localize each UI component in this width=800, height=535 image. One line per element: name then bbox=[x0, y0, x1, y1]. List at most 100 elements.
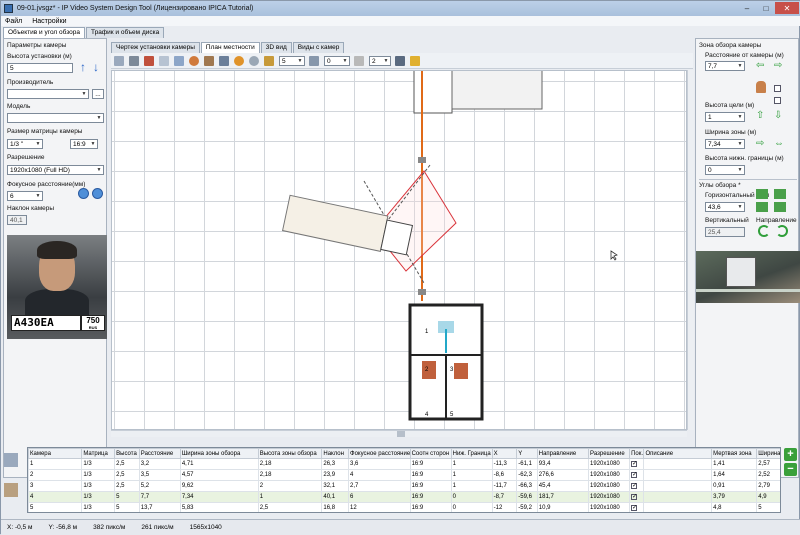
remove-camera-button[interactable]: − bbox=[784, 463, 797, 476]
hangle-select[interactable]: 43,6 ▼ bbox=[705, 202, 745, 212]
vertical-scrollbar[interactable] bbox=[687, 70, 694, 430]
column-header[interactable]: Камера bbox=[28, 448, 83, 459]
matrix-select[interactable]: 1/3 " ▼ bbox=[7, 139, 43, 149]
tab-site-plan[interactable]: План местности bbox=[200, 42, 260, 53]
line-width-select[interactable]: 5 ▼ bbox=[279, 55, 305, 66]
horizontal-scrollbar[interactable] bbox=[111, 430, 687, 437]
arrow-left-icon[interactable]: ⇦ bbox=[756, 61, 768, 71]
floor-select[interactable]: 2 ▼ bbox=[369, 55, 391, 66]
table-cell: 4 bbox=[348, 469, 411, 481]
minimize-button[interactable]: – bbox=[737, 2, 757, 14]
tab-lens[interactable]: Объектив и угол обзора bbox=[3, 27, 85, 38]
tab-3d-view[interactable]: 3D вид bbox=[260, 42, 292, 53]
column-header[interactable]: Матрица bbox=[81, 448, 116, 459]
tab-traffic[interactable]: Трафик и объем диска bbox=[85, 27, 165, 38]
rotate-right-icon[interactable] bbox=[776, 225, 788, 237]
zoom-out-icon[interactable] bbox=[92, 188, 103, 199]
checkbox[interactable] bbox=[774, 97, 781, 104]
zone-width-select[interactable]: 7,34 ▼ bbox=[705, 139, 745, 149]
column-header[interactable]: Ширина зоны обзора bbox=[179, 448, 259, 459]
table-cell: -8,6 bbox=[491, 469, 518, 481]
expand-angle-icon[interactable] bbox=[756, 189, 768, 199]
rotate-left-icon[interactable] bbox=[758, 225, 770, 237]
column-header[interactable]: Соотн сторон bbox=[409, 448, 452, 459]
arrow-up-icon[interactable]: ⇧ bbox=[756, 111, 768, 121]
column-header[interactable]: Расстояние bbox=[138, 448, 181, 459]
column-header[interactable]: Наклон bbox=[321, 448, 350, 459]
target-height-select[interactable]: 1 ▼ bbox=[705, 112, 745, 122]
maximize-button[interactable]: □ bbox=[757, 2, 775, 14]
wall-tool-icon[interactable] bbox=[144, 55, 154, 66]
camera-marker[interactable] bbox=[418, 157, 426, 163]
tab-install-drawing[interactable]: Чертеж установки камеры bbox=[111, 42, 200, 53]
column-header[interactable]: Ширина bbox=[756, 448, 780, 459]
zoom-in-icon[interactable] bbox=[78, 188, 89, 199]
shrink-angle-icon[interactable] bbox=[774, 189, 786, 199]
window-tool-icon[interactable] bbox=[174, 55, 184, 66]
resolution-select[interactable]: 1920x1080 (Full HD) ▼ bbox=[7, 165, 104, 175]
camera-list-icon[interactable] bbox=[4, 453, 18, 467]
grid-tool-icon[interactable] bbox=[159, 55, 169, 66]
checkbox[interactable] bbox=[774, 85, 781, 92]
column-header[interactable]: Высота ... bbox=[114, 448, 140, 459]
table-cell: 3,2 bbox=[138, 458, 181, 470]
arrow-down-icon[interactable]: ⇩ bbox=[774, 111, 786, 121]
table-row[interactable]: 1 1/3 2,5 3,2 4,71 2,18 26,3 3,6 16:9 1 -11,3 -61,1… bbox=[28, 458, 780, 470]
edit-icon[interactable] bbox=[4, 483, 18, 497]
table-row[interactable]: 2 1/3 2,5 3,5 4,57 2,18 23,9 4 16:9 1 -8,6 -62,3 276… bbox=[28, 469, 780, 481]
color-picker-icon[interactable] bbox=[354, 55, 364, 66]
close-button[interactable]: ✕ bbox=[775, 2, 799, 14]
column-header[interactable]: Пок... bbox=[629, 448, 645, 459]
undo-icon[interactable] bbox=[234, 55, 244, 66]
column-header[interactable]: Направление bbox=[536, 448, 590, 459]
menu-settings[interactable]: Настройки bbox=[32, 18, 66, 25]
aspect-select[interactable]: 16:9 ▼ bbox=[70, 139, 98, 149]
column-header[interactable]: Высота зоны обзора bbox=[257, 448, 323, 459]
table-cell: -61,1 bbox=[516, 458, 538, 470]
camera-marker[interactable] bbox=[418, 289, 426, 295]
column-header[interactable]: Описание bbox=[643, 448, 713, 459]
lower-bound-select[interactable]: 0 ▼ bbox=[705, 165, 745, 175]
status-pix1: 382 пикс/м bbox=[93, 524, 126, 531]
column-header[interactable]: X bbox=[491, 448, 518, 459]
browse-button[interactable]: ... bbox=[92, 89, 104, 99]
camera-tool-icon[interactable] bbox=[114, 55, 124, 66]
arrow-down-icon[interactable]: ↓ bbox=[93, 60, 99, 74]
angle-select[interactable]: 0 ▼ bbox=[324, 55, 350, 66]
redo-icon[interactable] bbox=[249, 55, 259, 66]
widen-icon[interactable]: ⇔ bbox=[774, 139, 786, 149]
scroll-thumb[interactable] bbox=[397, 431, 405, 437]
narrow-icon[interactable]: ⇨ bbox=[756, 139, 768, 149]
view-tabs: Чертеж установки камеры План местности 3… bbox=[111, 42, 345, 53]
model-select[interactable]: ▼ bbox=[7, 113, 104, 123]
table-row[interactable]: 4 1/3 5 7,7 7,34 1 40,1 6 16:9 0 -8,7 -59,6 181,7 192… bbox=[28, 491, 780, 503]
column-header[interactable]: Фокусное расстояние bbox=[348, 448, 411, 459]
shrink-vangle-icon[interactable] bbox=[774, 202, 786, 212]
height-input[interactable]: 5 bbox=[7, 63, 73, 73]
distance-select[interactable]: 7,7 ▼ bbox=[705, 61, 745, 71]
column-header[interactable]: Разрешение bbox=[588, 448, 631, 459]
expand-vangle-icon[interactable] bbox=[756, 202, 768, 212]
brush-tool-icon[interactable] bbox=[219, 55, 229, 66]
layers-icon[interactable] bbox=[395, 55, 405, 66]
table-row[interactable]: 3 1/3 2,5 5,2 9,62 2 32,1 2,7 16:9 1 -11,7 -66,3 45,… bbox=[28, 480, 780, 492]
site-plan-canvas[interactable]: 1 2 3 4 5 + − ✋ bbox=[111, 70, 687, 430]
column-header[interactable]: Мертвая зона bbox=[711, 448, 758, 459]
tab-camera-views[interactable]: Виды с камер bbox=[292, 42, 345, 53]
truck-top-cab bbox=[413, 71, 453, 114]
arrow-up-icon[interactable]: ↑ bbox=[80, 60, 86, 74]
zone-section-title: Зона обзора камеры bbox=[699, 42, 762, 49]
arrow-right-icon[interactable]: ⇨ bbox=[774, 61, 786, 71]
ruler-icon[interactable] bbox=[410, 55, 420, 66]
table-row[interactable]: 5 1/3 5 13,7 5,83 2,5 16,8 12 16:9 0 -12 -59,2 10,9 1… bbox=[28, 502, 780, 512]
column-header[interactable]: Ниж. Граница bbox=[450, 448, 493, 459]
focal-select[interactable]: 6 ▼ bbox=[7, 191, 43, 201]
pointer-tool-icon[interactable] bbox=[129, 55, 139, 66]
add-camera-button[interactable]: + bbox=[784, 448, 797, 461]
furniture-tool-icon[interactable] bbox=[204, 55, 214, 66]
manufacturer-select[interactable]: ▼ bbox=[7, 89, 89, 99]
menu-file[interactable]: Файл bbox=[5, 18, 22, 25]
person-tool-icon[interactable] bbox=[189, 55, 199, 66]
table-cell: 3,6 bbox=[348, 458, 411, 470]
column-header[interactable]: Y bbox=[516, 448, 538, 459]
